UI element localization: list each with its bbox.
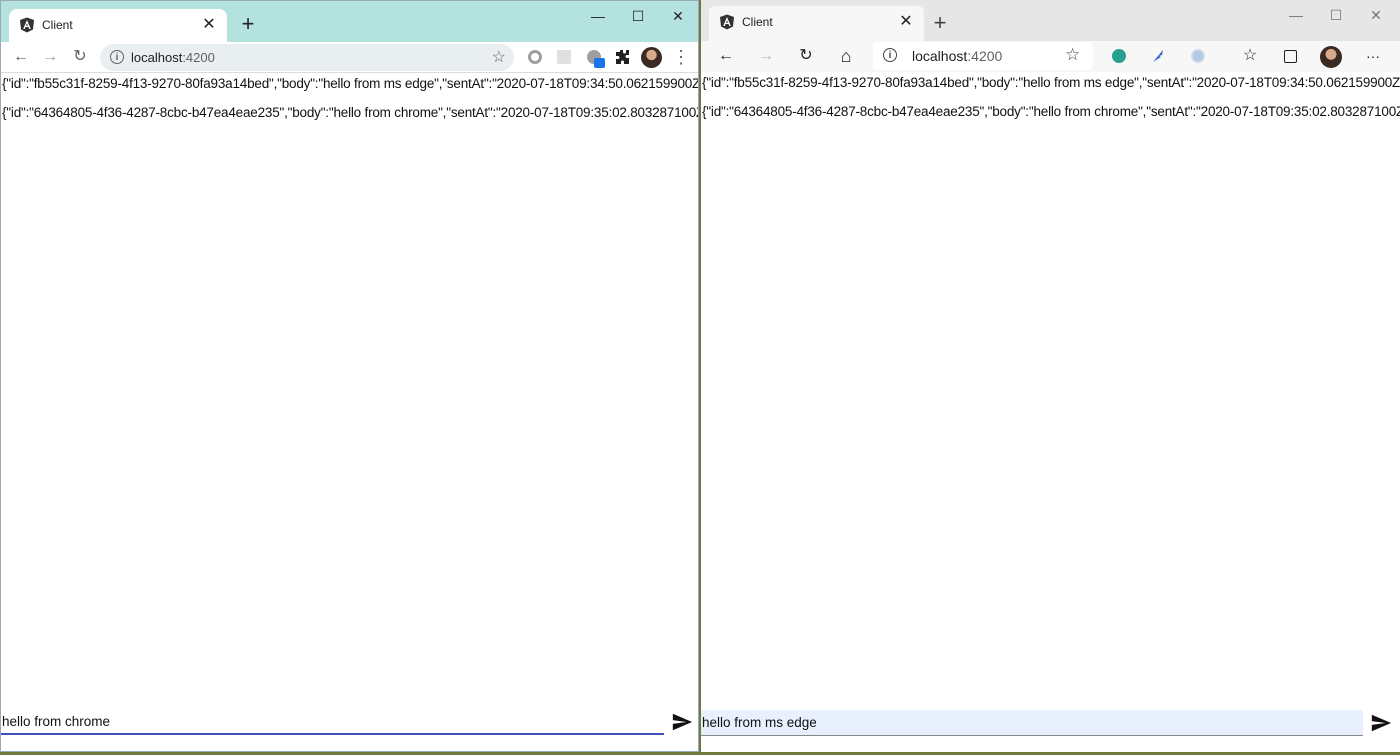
address-bar[interactable]: i localhost:4200 ☆ — [100, 44, 514, 71]
tab-close-icon[interactable]: ✕ — [199, 15, 219, 35]
close-window-button[interactable]: ✕ — [1356, 3, 1396, 27]
chrome-tab-client[interactable]: Client ✕ — [9, 9, 227, 42]
bookmark-star-icon[interactable]: ☆ — [492, 47, 506, 67]
message-item: {"id":"64364805-4f36-4287-8cbc-b47ea4eae… — [702, 104, 1400, 119]
address-bar[interactable]: i localhost:4200 — [873, 42, 1093, 70]
forward-button[interactable]: → — [754, 44, 778, 68]
chrome-composer — [1, 709, 698, 735]
new-tab-button[interactable]: + — [237, 13, 259, 35]
collections-icon[interactable] — [1284, 50, 1297, 63]
maximize-button[interactable]: ☐ — [1316, 3, 1356, 27]
chrome-page: {"id":"fb55c31f-8259-4f13-9270-80fa93a14… — [1, 73, 698, 751]
chrome-window: Client ✕ + — ☐ ✕ ← → ↻ i localhost:4200 … — [0, 0, 699, 752]
send-icon[interactable] — [671, 711, 693, 733]
site-info-icon[interactable]: i — [110, 50, 124, 64]
extension-feather-icon[interactable] — [1150, 48, 1166, 64]
angular-favicon-icon — [720, 14, 734, 30]
home-button[interactable]: ⌂ — [834, 44, 858, 68]
minimize-button[interactable]: — — [1276, 3, 1316, 27]
message-item: {"id":"fb55c31f-8259-4f13-9270-80fa93a14… — [2, 76, 699, 91]
extension-grid-icon[interactable] — [557, 50, 571, 64]
chrome-toolbar: ← → ↻ i localhost:4200 ☆ ⋮ — [1, 42, 698, 73]
favorites-icon[interactable]: ☆ — [1238, 44, 1262, 68]
message-input[interactable] — [1, 709, 664, 735]
maximize-button[interactable]: ☐ — [618, 4, 658, 28]
close-window-button[interactable]: ✕ — [658, 4, 698, 28]
message-item: {"id":"fb55c31f-8259-4f13-9270-80fa93a14… — [702, 75, 1400, 90]
back-button[interactable]: ← — [714, 44, 738, 68]
back-button[interactable]: ← — [9, 45, 33, 69]
extensions-puzzle-icon[interactable] — [614, 49, 630, 65]
extension-badge-counter — [594, 58, 605, 68]
edge-tab-client[interactable]: Client ✕ — [709, 6, 924, 41]
message-input[interactable] — [701, 710, 1363, 736]
reload-button[interactable]: ↻ — [68, 45, 92, 69]
tab-close-icon[interactable]: ✕ — [896, 12, 916, 32]
send-icon[interactable] — [1370, 712, 1392, 734]
tab-title: Client — [742, 15, 773, 29]
tab-title: Client — [42, 18, 73, 32]
site-info-icon[interactable]: i — [883, 48, 897, 62]
profile-avatar[interactable] — [1320, 46, 1342, 68]
edge-composer — [701, 710, 1400, 736]
url-text: localhost:4200 — [912, 48, 1003, 64]
chrome-title-bar: Client ✕ + — ☐ ✕ — [1, 1, 698, 42]
profile-avatar[interactable] — [641, 47, 662, 68]
refresh-button[interactable]: ↻ — [794, 44, 818, 68]
angular-favicon-icon — [20, 17, 34, 33]
extension-circle-icon[interactable] — [1191, 49, 1205, 63]
edge-toolbar: ← → ↻ ⌂ i localhost:4200 ☆ ☆ ··· — [701, 41, 1400, 73]
edge-window: Client ✕ + — ☐ ✕ ← → ↻ ⌂ i localhost:420… — [701, 0, 1400, 752]
edge-title-bar: Client ✕ + — ☐ ✕ — [701, 0, 1400, 41]
extension-green-icon[interactable] — [1112, 49, 1126, 63]
forward-button[interactable]: → — [38, 45, 62, 69]
new-tab-button[interactable]: + — [929, 12, 951, 34]
minimize-button[interactable]: — — [578, 4, 618, 28]
edge-page: {"id":"fb55c31f-8259-4f13-9270-80fa93a14… — [701, 72, 1400, 752]
chrome-menu-icon[interactable]: ⋮ — [669, 45, 693, 69]
settings-more-icon[interactable]: ··· — [1361, 44, 1385, 68]
message-item: {"id":"64364805-4f36-4287-8cbc-b47ea4eae… — [2, 105, 699, 120]
url-text: localhost:4200 — [131, 50, 215, 65]
extension-circle-icon[interactable] — [528, 50, 542, 64]
